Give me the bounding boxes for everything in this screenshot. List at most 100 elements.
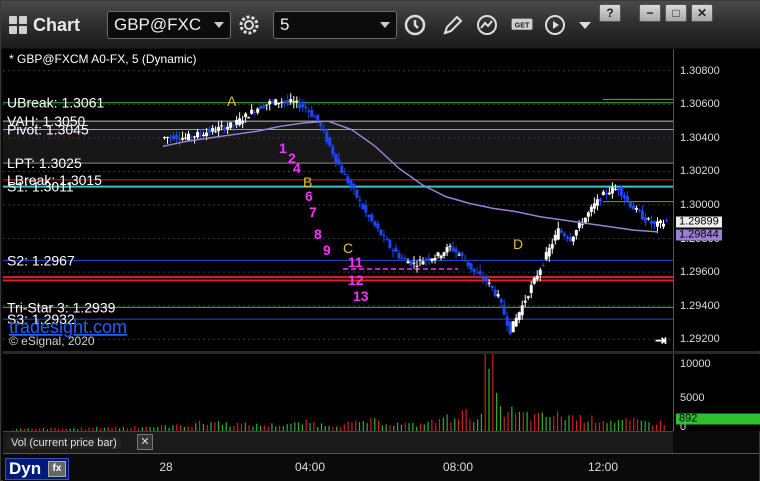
candle-body [634, 207, 638, 210]
price-axis[interactable]: 1.30800 1.30600 1.30400 1.30200 1.30000 1.298… [673, 49, 760, 351]
candle-body [340, 165, 344, 174]
help-button[interactable]: ? [599, 4, 621, 22]
candle-body [274, 99, 278, 106]
candle-body [526, 296, 530, 299]
candle-body [253, 111, 257, 113]
candle-body [247, 117, 251, 119]
candle-body [532, 277, 536, 284]
candle-body [370, 214, 374, 222]
candle-body [454, 248, 458, 253]
svg-text:GET: GET [515, 20, 530, 29]
candle-body [295, 100, 299, 103]
last-price-tag: 1.29899 [676, 216, 722, 228]
candle-body [334, 153, 338, 163]
candle-body [616, 187, 620, 191]
candle-body [331, 146, 335, 155]
ma-value-tag: 1.29844 [676, 229, 722, 241]
symbol-field[interactable]: GBP@FXC [107, 11, 231, 39]
close-button[interactable]: ✕ [691, 4, 713, 22]
chevron-down-icon [579, 22, 591, 29]
candle-body [622, 195, 626, 198]
interval-value: 5 [280, 15, 290, 34]
clock-icon [404, 14, 426, 36]
candle-body [664, 220, 668, 222]
chart-app-icon [9, 16, 27, 34]
candle-body [325, 131, 329, 143]
maximize-button[interactable]: □ [665, 4, 687, 22]
candle-body [535, 275, 539, 280]
play-button[interactable] [541, 11, 569, 39]
candle-body [379, 229, 383, 236]
price-tick-label: 1.30400 [680, 131, 720, 144]
interval-clock-button[interactable] [401, 11, 429, 39]
candle-body [577, 222, 581, 228]
price-chart-pane[interactable]: A B C D 1 2 4 6 7 8 9 11 12 13 * GBP@FXCM A0-FX, 5 (D… [3, 49, 673, 351]
candle-body [607, 192, 611, 195]
candle-body [517, 312, 521, 320]
price-tick-label: 1.30000 [680, 199, 720, 212]
candle-body [598, 198, 602, 202]
time-tick-label: 28 [159, 460, 173, 474]
candle-body [457, 254, 461, 256]
time-axis[interactable]: Dyn fx 28 04:00 08:00 12:00 [3, 453, 759, 481]
candle-body [220, 125, 224, 127]
chevron-down-icon[interactable] [380, 22, 390, 28]
volume-study-label-text: Vol (current price bar) [7, 437, 121, 449]
level-label: Pivot: 1.3045 [7, 122, 89, 138]
candle-body [445, 246, 449, 253]
candle-body [550, 244, 554, 249]
chevron-down-icon[interactable] [214, 22, 224, 28]
candle-body [481, 277, 485, 280]
price-chart-svg[interactable]: ABC D1246789111213 * GBP@FXCM A0-FX, 5 (D… [3, 49, 673, 351]
candle-body [265, 104, 269, 106]
candle-body [244, 113, 248, 118]
candle-body [415, 265, 419, 267]
candle-body [403, 258, 407, 260]
formula-icon[interactable]: fx [48, 461, 66, 477]
time-tick-label: 08:00 [442, 460, 474, 474]
level-label: S2: 1.2967 [7, 252, 75, 268]
interval-field[interactable]: 5 [273, 11, 397, 39]
candle-body [640, 210, 644, 220]
level-label: LPT: 1.3025 [7, 155, 82, 171]
candle-body [559, 230, 563, 233]
sequential-count: 9 [323, 242, 331, 258]
candle-body [406, 261, 410, 264]
options-button[interactable] [571, 11, 599, 39]
studies-button[interactable] [473, 11, 501, 39]
value-area-band [3, 121, 673, 164]
candle-body [181, 137, 185, 140]
candle-body [268, 101, 272, 105]
candle-body [619, 187, 623, 196]
volume-tick-label: 10000 [680, 358, 711, 371]
candle-body [346, 176, 350, 184]
minimize-button[interactable]: − [639, 4, 661, 22]
scroll-to-end-icon[interactable]: ⇥ [655, 332, 667, 348]
candle-body [298, 104, 302, 109]
copyright-text: © eSignal, 2020 [9, 334, 95, 348]
candle-body [466, 261, 470, 267]
candle-body [484, 275, 488, 282]
candle-body [391, 249, 395, 251]
volume-axis[interactable]: 10000 5000 0 892 [673, 354, 760, 433]
candle-body [520, 305, 524, 316]
dynamic-mode-button[interactable]: Dyn fx [5, 458, 69, 480]
volume-study-label: Vol (current price bar) ✕ [3, 431, 673, 453]
candle-body [178, 138, 182, 141]
volume-pane[interactable] [3, 354, 673, 431]
candle-body [187, 133, 191, 141]
draw-tool-button[interactable] [439, 11, 467, 39]
candle-body [259, 105, 263, 109]
candle-body [418, 259, 422, 261]
candle-body [496, 294, 500, 297]
get-data-button[interactable]: GET [507, 11, 537, 39]
symbol-settings-button[interactable] [235, 11, 263, 39]
sequential-count: 4 [293, 160, 301, 176]
close-study-icon[interactable]: ✕ [137, 434, 153, 450]
candle-body [175, 135, 179, 139]
sequential-count: 11 [348, 254, 363, 270]
candle-body [226, 126, 230, 129]
candle-body [562, 233, 566, 237]
candle-body [430, 258, 434, 262]
candle-body [367, 214, 371, 218]
